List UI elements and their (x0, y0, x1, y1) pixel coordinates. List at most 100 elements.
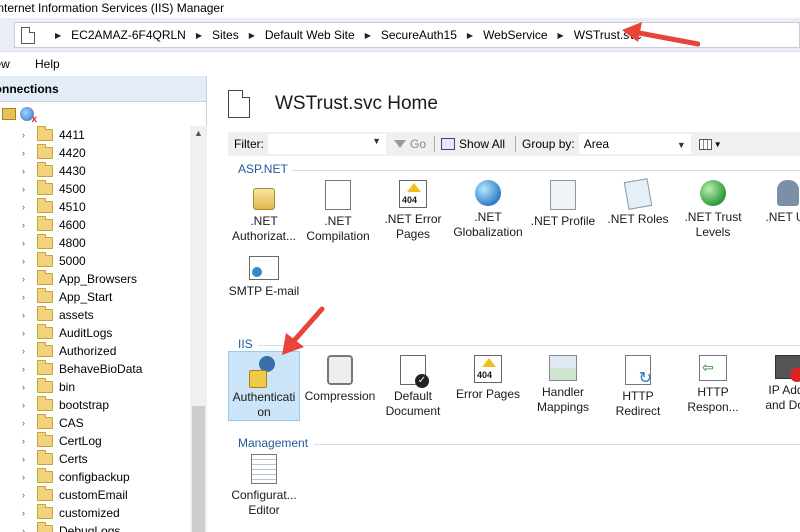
scroll-up-icon[interactable]: ▲ (194, 128, 203, 138)
chevron-right-icon[interactable]: › (22, 436, 25, 446)
chevron-right-icon[interactable]: › (22, 400, 25, 410)
feature-tile[interactable]: .NET Authorizat... (228, 180, 300, 244)
view-button[interactable]: ▼ (698, 138, 722, 150)
group-by-select[interactable]: Area ▼ (578, 134, 691, 154)
tree-item[interactable]: › 4600 (0, 216, 190, 234)
view-grid-icon (698, 138, 712, 150)
chevron-right-icon[interactable]: › (22, 238, 25, 248)
chevron-right-icon: ▶ (364, 30, 371, 40)
feature-tile[interactable]: Configurat... Editor (228, 454, 300, 518)
authentication-icon (249, 356, 279, 388)
tree-item[interactable]: › 4411 (0, 126, 190, 144)
feature-tile[interactable]: .NET Roles (602, 178, 674, 227)
tree-item[interactable]: › 4420 (0, 144, 190, 162)
tree-item[interactable]: › 4510 (0, 198, 190, 216)
feature-tile[interactable]: IP Addrand Don (752, 355, 800, 413)
breadcrumb-item[interactable]: ▶ Default Web Site (239, 28, 355, 42)
tree-item[interactable]: › CertLog (0, 432, 190, 450)
chevron-right-icon[interactable]: › (22, 364, 25, 374)
tree-item[interactable]: › bootstrap (0, 396, 190, 414)
scrollbar-thumb[interactable] (192, 406, 205, 532)
profile-icon (550, 180, 576, 210)
feature-tile[interactable]: .NET Us (752, 180, 800, 225)
chevron-right-icon[interactable]: › (22, 310, 25, 320)
chevron-right-icon[interactable]: › (22, 202, 25, 212)
tree-item[interactable]: › assets (0, 306, 190, 324)
feature-tile[interactable]: .NET ErrorPages (377, 180, 449, 242)
feature-tile[interactable]: .NET Trust Levels (677, 180, 749, 240)
tree-item-label: DebugLogs (59, 524, 121, 532)
feature-tile[interactable]: HTTPRedirect (602, 355, 674, 419)
feature-tile[interactable]: SMTP E-mail (228, 256, 300, 299)
tree-item-label: AuditLogs (59, 326, 113, 340)
folder-icon (37, 378, 53, 393)
tree-item[interactable]: › 5000 (0, 252, 190, 270)
folder-icon (37, 414, 53, 429)
chevron-right-icon[interactable]: › (22, 328, 25, 338)
breadcrumb-item[interactable]: ▶ EC2AMAZ-6F4QRLN (45, 28, 186, 42)
feature-tile[interactable]: .NET Profile (527, 180, 599, 229)
chevron-right-icon[interactable]: › (22, 184, 25, 194)
go-button[interactable]: Go (394, 137, 426, 151)
page-icon (21, 26, 35, 44)
tree-item[interactable]: › AuditLogs (0, 324, 190, 342)
tree-item[interactable]: › 4800 (0, 234, 190, 252)
tree-item-label: 4510 (59, 200, 86, 214)
tree-item[interactable]: › CAS (0, 414, 190, 432)
chevron-right-icon[interactable]: › (22, 148, 25, 158)
chevron-right-icon[interactable]: › (22, 220, 25, 230)
menu-view[interactable]: View (0, 57, 10, 71)
chevron-right-icon[interactable]: › (22, 418, 25, 428)
tree-item[interactable]: › Authorized (0, 342, 190, 360)
ip-restrictions-icon (775, 355, 800, 382)
tree-item[interactable]: › DebugLogs (0, 522, 190, 532)
breadcrumb-item[interactable]: ▶ WebService (457, 28, 548, 42)
tree-item[interactable]: › customEmail (0, 486, 190, 504)
chevron-right-icon[interactable]: › (22, 490, 25, 500)
chevron-right-icon[interactable]: › (22, 526, 25, 532)
tree-item[interactable]: › bin (0, 378, 190, 396)
feature-tile-label: Handler (541, 385, 585, 399)
up-folder-icon[interactable] (2, 108, 16, 120)
tree-item[interactable]: › BehaveBioData (0, 360, 190, 378)
disconnect-icon[interactable] (20, 107, 37, 125)
chevron-right-icon: ▶ (195, 30, 203, 40)
chevron-right-icon[interactable]: › (22, 274, 25, 284)
chevron-right-icon[interactable]: › (22, 346, 25, 356)
tree-item[interactable]: › configbackup (0, 468, 190, 486)
menu-help[interactable]: Help (35, 57, 60, 71)
chevron-right-icon[interactable]: › (22, 508, 25, 518)
chevron-right-icon[interactable]: › (22, 130, 25, 140)
chevron-right-icon: ▶ (55, 30, 62, 40)
breadcrumb-item[interactable]: ▶ Sites (186, 28, 239, 42)
filter-input[interactable]: ▼ (268, 134, 386, 154)
folder-icon (37, 144, 53, 159)
show-all-button[interactable]: Show All (441, 137, 505, 151)
feature-tile[interactable]: .NET Compilation (302, 180, 374, 244)
chevron-right-icon[interactable]: › (22, 472, 25, 482)
chevron-right-icon[interactable]: › (22, 166, 25, 176)
feature-tile-label: Authenticati (232, 390, 296, 404)
tree-item[interactable]: › App_Start (0, 288, 190, 306)
feature-tile[interactable]: .NET Globalization (452, 180, 524, 240)
folder-icon (37, 450, 53, 465)
chevron-right-icon[interactable]: › (22, 454, 25, 464)
feature-tile[interactable]: Error Pages (452, 355, 524, 402)
chevron-right-icon[interactable]: › (22, 382, 25, 392)
tree-item[interactable]: › App_Browsers (0, 270, 190, 288)
tree-scrollbar[interactable]: ▲ (190, 126, 207, 532)
tree-item[interactable]: › customized (0, 504, 190, 522)
tree-item[interactable]: › 4430 (0, 162, 190, 180)
feature-tile[interactable]: Authenticati on (228, 351, 300, 421)
breadcrumb-item[interactable]: ▶ SecureAuth15 (355, 28, 457, 42)
feature-tile[interactable]: HTTPRespon... (677, 355, 749, 415)
feature-tile[interactable]: DefaultDocument (377, 355, 449, 419)
group-by-label: Group by: (522, 137, 575, 151)
tree-item[interactable]: › Certs (0, 450, 190, 468)
tree-item[interactable]: › 4500 (0, 180, 190, 198)
feature-tile[interactable]: Compression (304, 355, 376, 404)
chevron-right-icon[interactable]: › (22, 292, 25, 302)
folder-icon (37, 342, 53, 357)
chevron-right-icon[interactable]: › (22, 256, 25, 266)
feature-tile[interactable]: Handler Mappings (527, 355, 599, 415)
